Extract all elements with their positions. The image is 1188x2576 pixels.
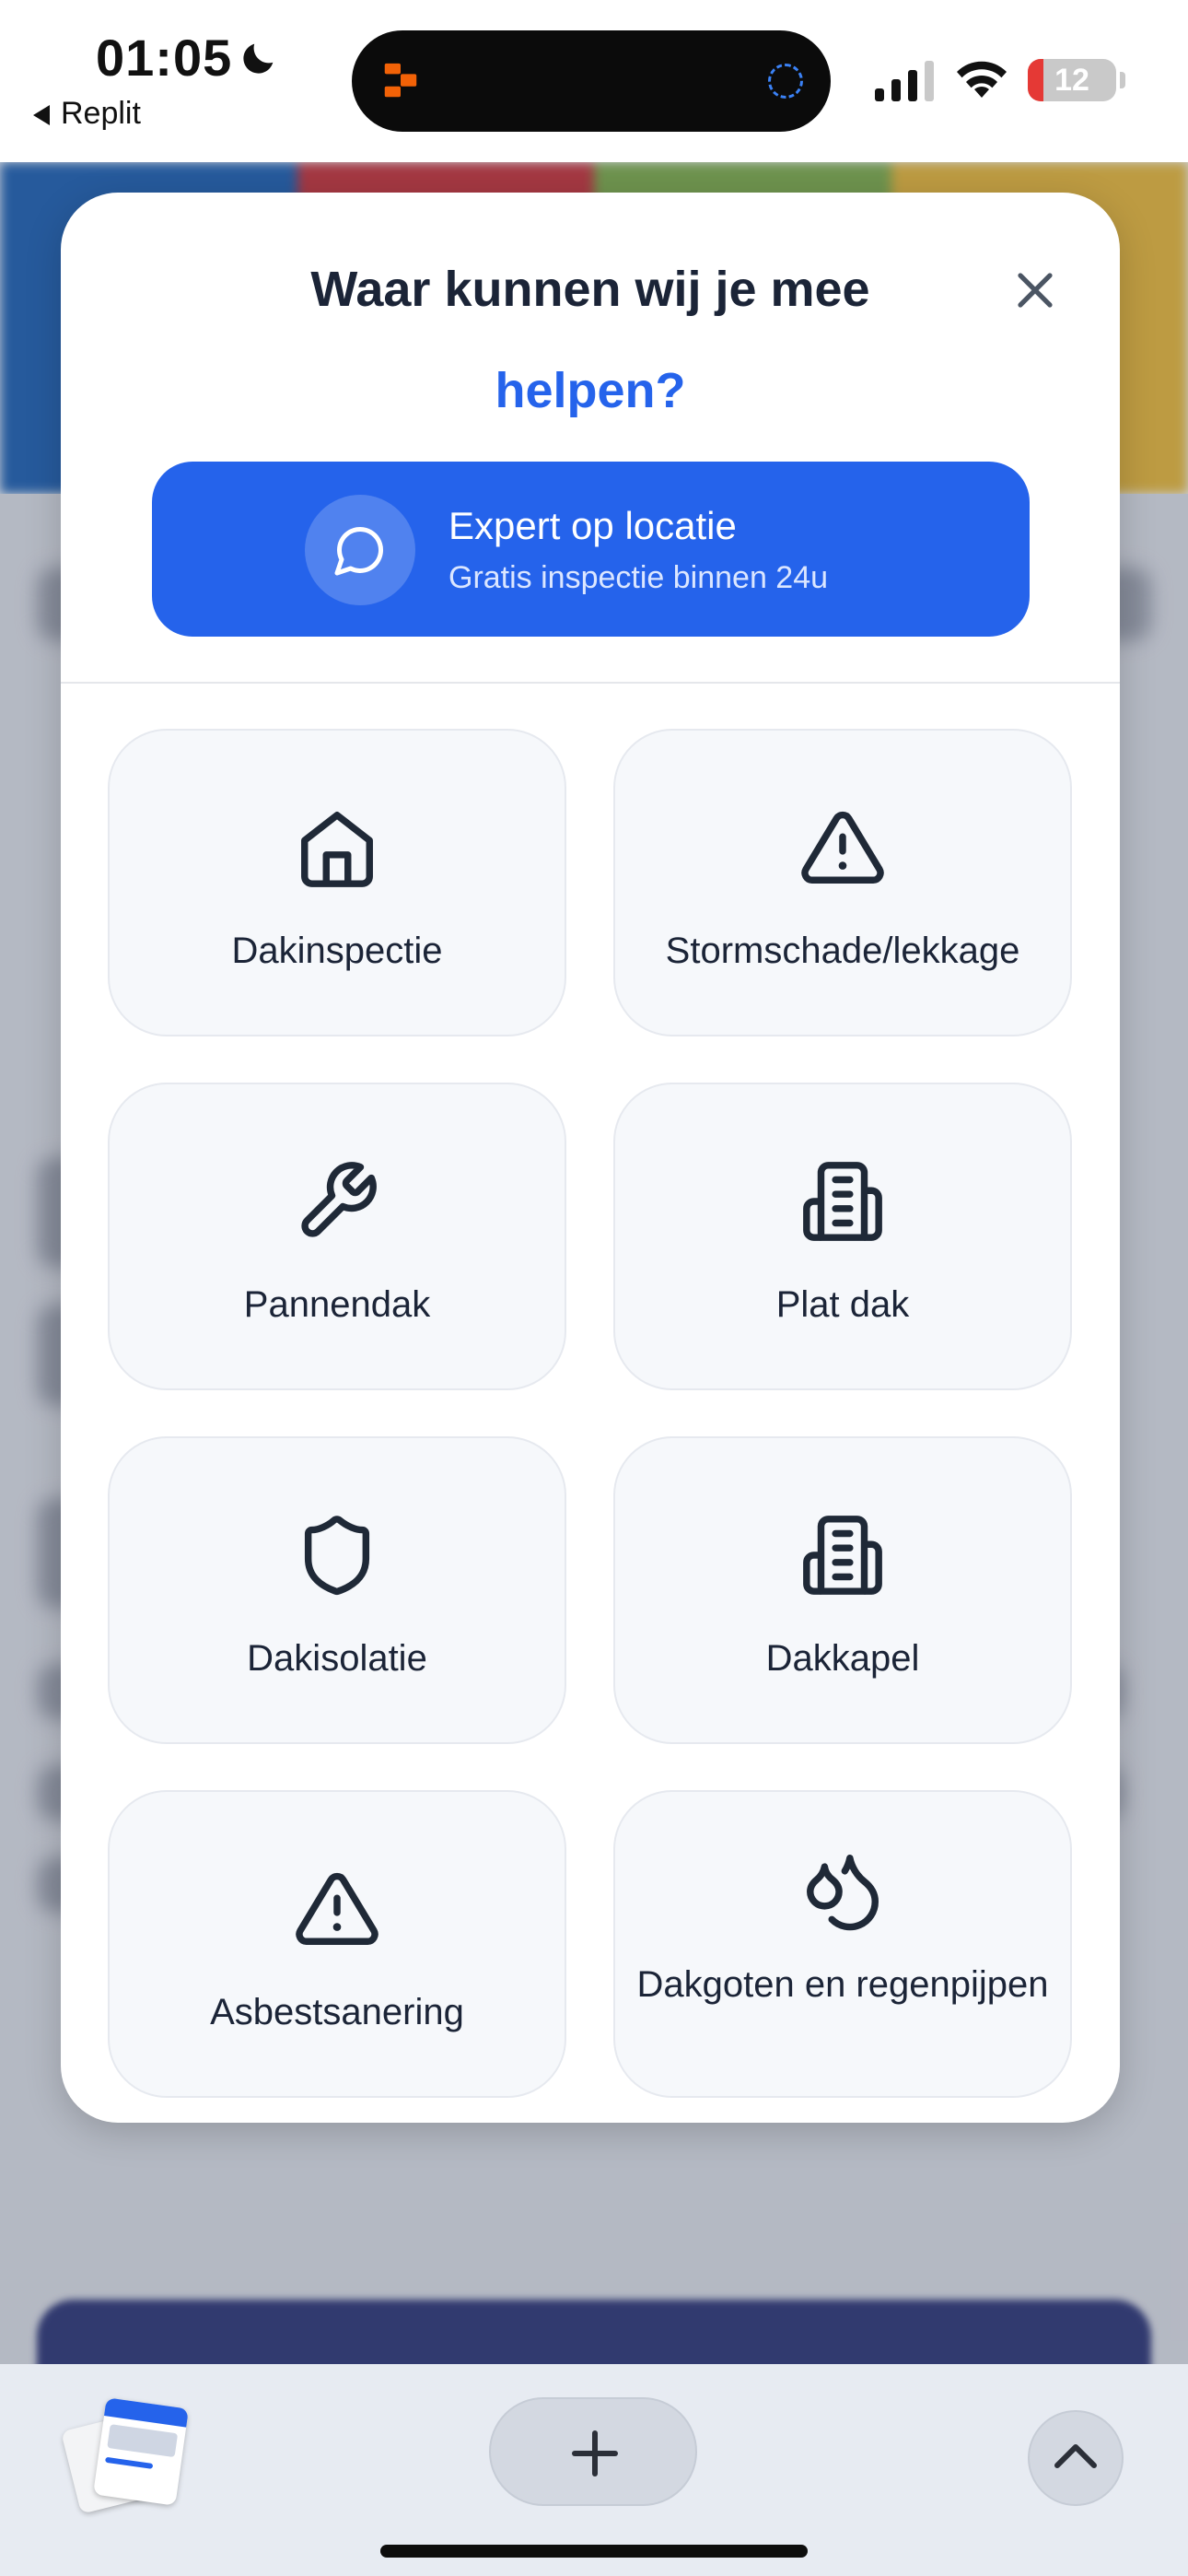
new-tab-button[interactable] bbox=[489, 2397, 697, 2506]
tile-label: Dakkapel bbox=[765, 1638, 920, 1679]
droplets-icon bbox=[807, 1855, 879, 1931]
tile-asbestsanering[interactable]: Asbestsanering bbox=[108, 1790, 566, 2098]
back-arrow-icon bbox=[33, 105, 50, 126]
home-icon bbox=[301, 812, 373, 887]
moon-icon bbox=[243, 43, 274, 74]
dynamic-island bbox=[352, 30, 831, 132]
battery-icon: 12 bbox=[1028, 59, 1116, 101]
tile-dakkapel[interactable]: Dakkapel bbox=[613, 1436, 1072, 1744]
expert-subtitle: Gratis inspectie binnen 24u bbox=[448, 560, 829, 595]
chevron-up-icon bbox=[1054, 2444, 1097, 2468]
wifi-icon bbox=[957, 61, 1007, 98]
tile-pannendak[interactable]: Pannendak bbox=[108, 1083, 566, 1390]
alert-triangle-icon bbox=[801, 811, 884, 884]
help-modal: Waar kunnen wij je mee helpen? Expert op… bbox=[61, 193, 1120, 2123]
expert-title: Expert op locatie bbox=[448, 504, 737, 547]
tile-stormschade-lekkage[interactable]: Stormschade/lekkage bbox=[613, 729, 1072, 1036]
home-indicator bbox=[380, 2545, 808, 2558]
clock: 01:05 bbox=[96, 29, 233, 87]
back-to-app-link[interactable]: Replit bbox=[33, 96, 141, 132]
show-toolbar-button[interactable] bbox=[1028, 2410, 1124, 2506]
tile-label: Stormschade/lekkage bbox=[665, 931, 1020, 971]
modal-title: Waar kunnen wij je mee helpen? bbox=[171, 239, 1009, 441]
battery-tip bbox=[1120, 72, 1125, 88]
tile-dakgoten-regenpijpen[interactable]: Dakgoten en regenpijpen bbox=[613, 1790, 1072, 2098]
expert-on-location-button[interactable]: Expert op locatie Gratis inspectie binne… bbox=[152, 462, 1030, 637]
expert-icon-circle bbox=[305, 495, 415, 605]
modal-title-line1: Waar kunnen wij je mee bbox=[310, 262, 870, 317]
activity-ring-icon bbox=[768, 64, 803, 99]
shield-icon bbox=[304, 1516, 370, 1596]
building-icon bbox=[803, 1516, 882, 1595]
modal-title-line2: helpen? bbox=[495, 363, 686, 418]
tile-dakisolatie[interactable]: Dakisolatie bbox=[108, 1436, 566, 1744]
building-icon bbox=[803, 1162, 882, 1241]
tab-switcher-thumbnail[interactable] bbox=[61, 2397, 189, 2514]
tile-label: Dakgoten en regenpijpen bbox=[636, 1964, 1049, 2005]
tile-label: Plat dak bbox=[775, 1284, 910, 1325]
tile-label: Asbestsanering bbox=[210, 1992, 464, 2032]
tile-label: Dakisolatie bbox=[247, 1638, 427, 1679]
back-app-label: Replit bbox=[61, 96, 141, 131]
tile-plat-dak[interactable]: Plat dak bbox=[613, 1083, 1072, 1390]
tile-label: Dakinspectie bbox=[231, 931, 443, 971]
replit-logo-icon bbox=[384, 63, 417, 98]
browser-toolbar bbox=[0, 2364, 1188, 2576]
wrench-icon bbox=[301, 1162, 377, 1237]
tile-dakinspectie[interactable]: Dakinspectie bbox=[108, 729, 566, 1036]
close-icon[interactable] bbox=[998, 253, 1072, 327]
cellular-signal-icon bbox=[875, 61, 934, 101]
tile-label: Pannendak bbox=[243, 1284, 431, 1325]
divider bbox=[61, 682, 1120, 684]
status-bar: 01:05 Replit 12 bbox=[0, 0, 1188, 162]
alert-triangle-icon bbox=[296, 1872, 379, 1945]
chat-bubble-icon bbox=[334, 526, 384, 576]
battery-level: 12 bbox=[1054, 63, 1089, 98]
